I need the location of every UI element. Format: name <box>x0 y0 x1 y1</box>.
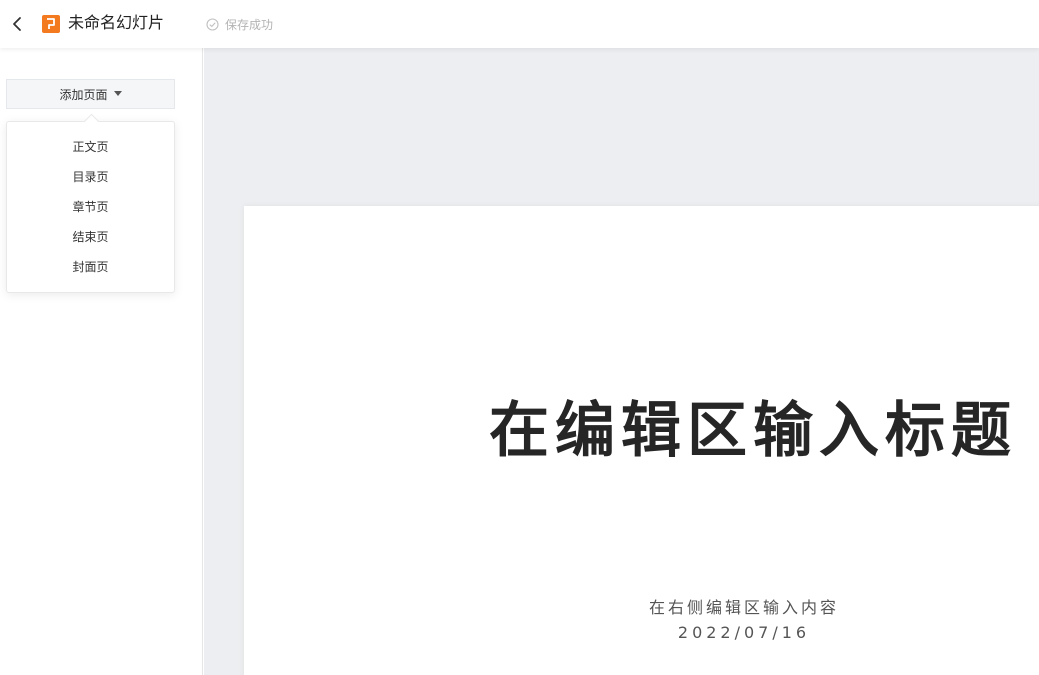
slide-date[interactable]: 2022/07/16 <box>574 623 914 642</box>
menu-item-toc-page[interactable]: 目录页 <box>7 162 174 192</box>
sidebar: 添加页面 正文页 目录页 章节页 结束页 封面页 <box>0 48 203 675</box>
menu-item-cover-page[interactable]: 封面页 <box>7 252 174 282</box>
add-page-label: 添加页面 <box>59 87 108 102</box>
menu-item-body-page[interactable]: 正文页 <box>7 132 174 162</box>
back-button[interactable] <box>8 12 28 36</box>
slide-subtitle[interactable]: 在右侧编辑区输入内容 <box>574 594 914 618</box>
add-page-dropdown: 正文页 目录页 章节页 结束页 封面页 <box>6 121 175 293</box>
add-page-button[interactable]: 添加页面 <box>6 79 175 109</box>
document-title[interactable]: 未命名幻灯片 <box>68 12 164 34</box>
slide-title[interactable]: 在编辑区输入标题 <box>489 391 1039 471</box>
top-bar: 未命名幻灯片 保存成功 <box>0 0 1039 48</box>
presentation-logo-icon <box>42 15 60 33</box>
canvas-area: 在编辑区输入标题 在右侧编辑区输入内容 2022/07/16 <box>204 48 1039 675</box>
save-status: 保存成功 <box>206 14 273 34</box>
check-circle-icon <box>206 17 219 31</box>
menu-item-end-page[interactable]: 结束页 <box>7 222 174 252</box>
slide-canvas[interactable]: 在编辑区输入标题 在右侧编辑区输入内容 2022/07/16 <box>244 206 1039 675</box>
save-status-text: 保存成功 <box>225 17 274 32</box>
menu-item-section-page[interactable]: 章节页 <box>7 192 174 222</box>
caret-down-icon <box>113 91 122 96</box>
chevron-left-icon <box>13 17 21 31</box>
